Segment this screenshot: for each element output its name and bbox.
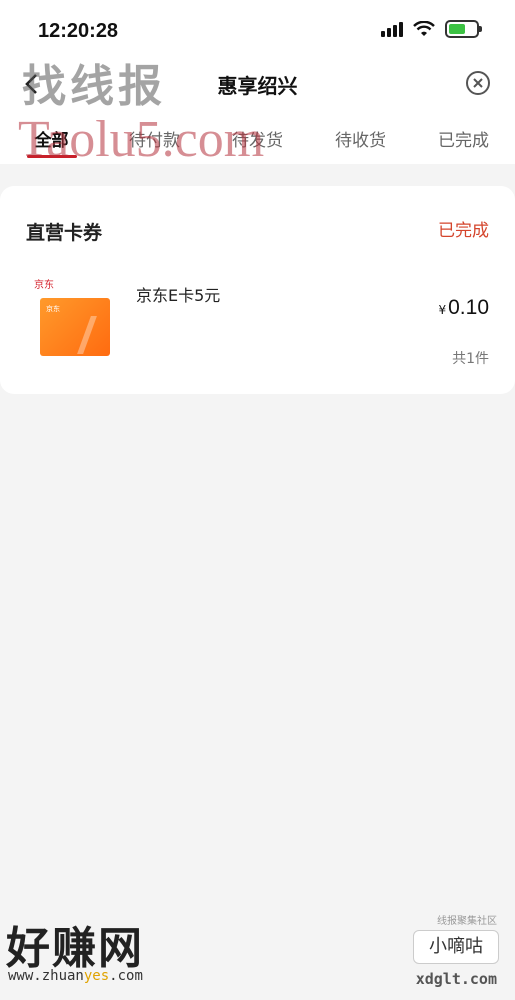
product-title[interactable]: 京东E卡5元 xyxy=(136,282,220,306)
card-mini-logo: 京东 xyxy=(46,305,60,313)
wifi-icon xyxy=(413,21,435,36)
status-icons xyxy=(381,20,482,38)
tab-pending-receipt[interactable]: 待收货 xyxy=(309,108,412,164)
url-part-a: www.zhuan xyxy=(8,968,84,984)
status-time: 12:20:28 xyxy=(38,20,119,42)
product-quantity: 共1件 xyxy=(452,351,489,367)
shop-name: 直营卡券 xyxy=(26,222,103,244)
watermark-right-url: xdglt.com xyxy=(415,970,497,988)
url-part-b: yes xyxy=(83,968,110,984)
battery-icon xyxy=(445,20,482,38)
jd-logo: 京东 xyxy=(34,280,54,291)
tab-completed[interactable]: 已完成 xyxy=(412,108,515,164)
watermark-right-tag: 线报聚集社区 xyxy=(437,916,497,927)
watermark-top: 找线报 xyxy=(22,61,166,112)
product-price: ¥ 0.10 xyxy=(438,296,489,320)
currency-symbol: ¥ xyxy=(438,303,447,317)
watermark-right-logo: 小嘀咕 xyxy=(413,930,499,964)
order-card[interactable]: 直营卡券 已完成 京东 京东 ¥ 0.10 共1件 xyxy=(0,186,515,394)
url-part-c: .com xyxy=(109,968,143,984)
close-icon[interactable] xyxy=(465,70,491,96)
product-thumbnail[interactable]: 京东 京东 xyxy=(30,276,114,360)
price-amount: 0.10 xyxy=(448,296,489,319)
order-status-badge: 已完成 xyxy=(438,221,489,241)
gift-card-image: 京东 xyxy=(40,298,110,356)
watermark-taolu: Taolu5.com xyxy=(18,111,265,168)
watermark-bottom-url: www.zhuanyes.com xyxy=(8,968,143,984)
watermark-bottom: 好赚网 xyxy=(6,923,144,974)
cellular-signal-icon xyxy=(381,21,403,37)
